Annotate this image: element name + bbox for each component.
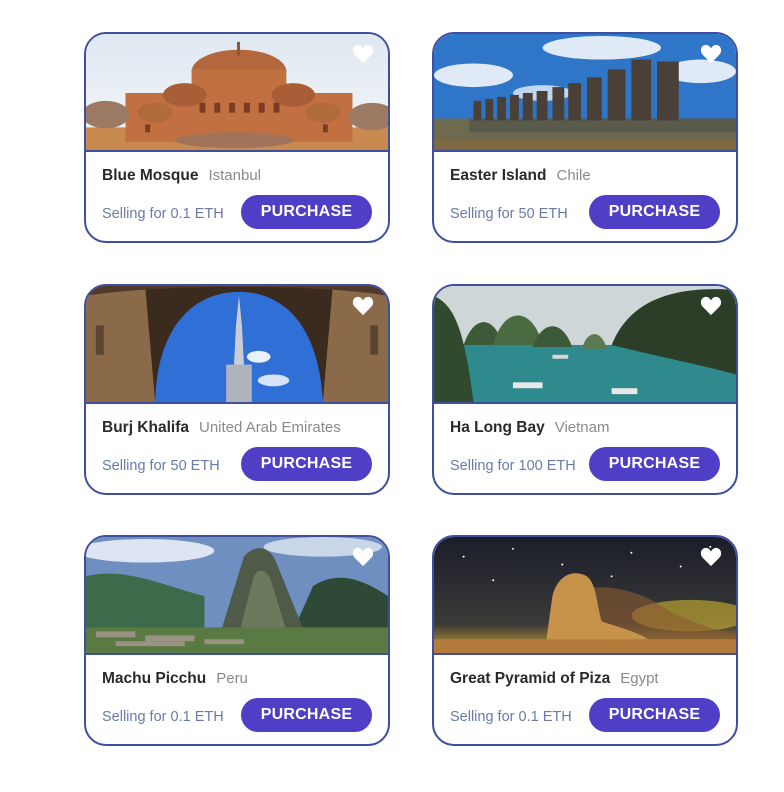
listing-card-blue-mosque[interactable]: Blue Mosque Istanbul Selling for 0.1 ETH …	[84, 32, 390, 243]
place-name: Ha Long Bay	[450, 419, 545, 436]
purchase-button[interactable]: PURCHASE	[589, 698, 720, 732]
heart-icon[interactable]	[700, 547, 722, 567]
purchase-button[interactable]: PURCHASE	[241, 698, 372, 732]
purchase-button[interactable]: PURCHASE	[589, 195, 720, 229]
place-name: Blue Mosque	[102, 167, 199, 184]
place-name: Machu Picchu	[102, 670, 207, 687]
price-label: Selling for 0.1 ETH	[102, 206, 224, 222]
price-label: Selling for 100 ETH	[450, 458, 576, 474]
place-location: Chile	[556, 167, 591, 184]
purchase-button[interactable]: PURCHASE	[241, 447, 372, 481]
bay-photo	[434, 286, 736, 404]
place-name: Easter Island	[450, 167, 547, 184]
listing-card-easter-island[interactable]: Easter Island Chile Selling for 50 ETH PU…	[432, 32, 738, 243]
heart-icon[interactable]	[700, 296, 722, 316]
listing-card-ha-long-bay[interactable]: Ha Long Bay Vietnam Selling for 100 ETH P…	[432, 284, 738, 495]
price-label: Selling for 0.1 ETH	[102, 709, 224, 725]
price-label: Selling for 50 ETH	[102, 458, 220, 474]
listing-card-machu-picchu[interactable]: Machu Picchu Peru Selling for 0.1 ETH PUR…	[84, 535, 390, 746]
place-location: Peru	[216, 670, 248, 687]
heart-icon[interactable]	[352, 296, 374, 316]
place-name: Burj Khalifa	[102, 419, 189, 436]
heart-icon[interactable]	[700, 44, 722, 64]
heart-icon[interactable]	[352, 547, 374, 567]
sphinx-photo	[434, 537, 736, 655]
place-location: United Arab Emirates	[198, 419, 341, 436]
place-location: Vietnam	[554, 419, 610, 436]
purchase-button[interactable]: PURCHASE	[589, 447, 720, 481]
listing-card-burj-khalifa[interactable]: Burj Khalifa United Arab Emirates Selling…	[84, 284, 390, 495]
purchase-button[interactable]: PURCHASE	[241, 195, 372, 229]
mountain-ruins-photo	[86, 537, 388, 655]
place-location: Istanbul	[208, 167, 261, 184]
heart-icon[interactable]	[352, 44, 374, 64]
place-name: Great Pyramid of Piza	[450, 670, 611, 687]
moai-photo	[434, 34, 736, 152]
listing-grid: Blue Mosque Istanbul Selling for 0.1 ETH …	[0, 0, 784, 792]
mosque-photo	[86, 34, 388, 152]
tower-photo	[86, 286, 388, 404]
place-location: Egypt	[620, 670, 659, 687]
price-label: Selling for 0.1 ETH	[450, 709, 572, 725]
listing-card-great-pyramid[interactable]: Great Pyramid of Piza Egypt Selling for 0…	[432, 535, 738, 746]
price-label: Selling for 50 ETH	[450, 206, 568, 222]
